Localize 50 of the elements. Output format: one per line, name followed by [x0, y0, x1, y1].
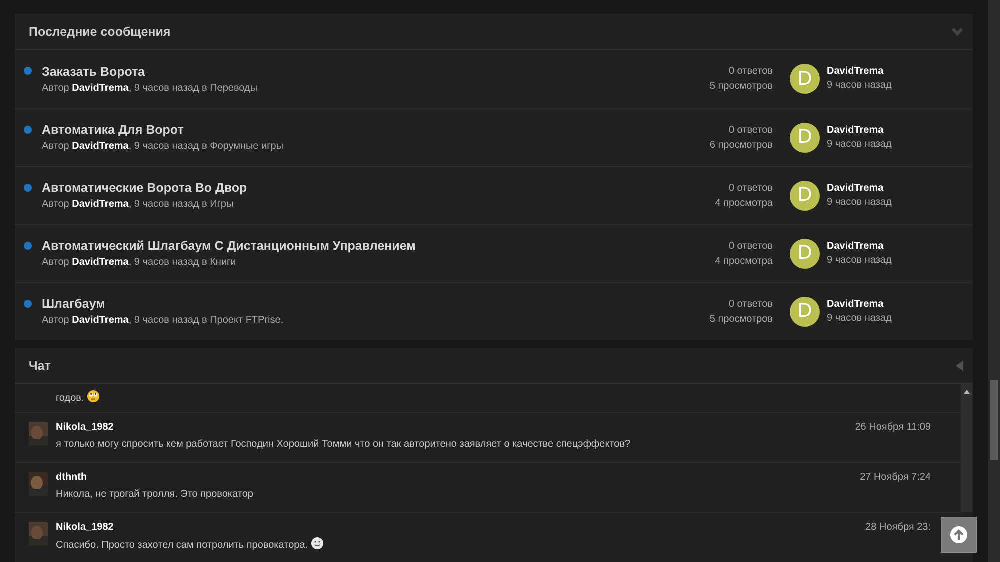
panel-title: Последние сообщения [29, 24, 171, 38]
last-poster[interactable]: DavidTrema [827, 124, 973, 138]
chat-message: я только могу спросить кем работает Господин Хороший Томми что он так авторитено заявляет о качестве спецэффектов? [56, 438, 632, 452]
view-count: 5 просмотров [708, 80, 773, 94]
topic-meta: Автор DavidTrema, 9 часов назад в Проект FTPrise. [42, 315, 285, 326]
chat-username[interactable]: Nikola_1982 [56, 422, 114, 437]
last-post-time: 9 часов назад [827, 196, 892, 208]
collapse-chevron-icon[interactable] [951, 27, 964, 36]
topic-title[interactable]: Автоматические Ворота Во Двор [42, 181, 613, 195]
chat-username[interactable]: Nikola_1982 [56, 522, 114, 537]
chat-message: Никола, не трогай тролля. Это провокатор [56, 488, 254, 502]
reply-count: 0 ответов [728, 65, 773, 79]
last-poster[interactable]: DavidTrema [827, 298, 973, 312]
reply-count: 0 ответов [728, 182, 773, 196]
reply-count: 0 ответов [728, 240, 773, 254]
view-count: 4 просмотра [714, 196, 773, 210]
topic-title[interactable]: Автоматический Шлагбаум С Дистанционным Управлением [42, 239, 613, 253]
last-post-time: 9 часов назад [827, 254, 892, 266]
topic-title[interactable]: Заказать Ворота [42, 64, 613, 78]
last-post-time: 9 часов назад [827, 138, 892, 150]
chat-timestamp: 27 Ноября 7:24 [860, 472, 931, 485]
chat-message: Спасибо. Просто захотел сам потролить провокатора. [56, 537, 931, 553]
reply-count: 0 ответов [728, 124, 773, 138]
reply-count: 0 ответов [728, 298, 773, 312]
topic-title[interactable]: Автоматика Для Ворот [42, 123, 613, 137]
topic-meta: Автор DavidTrema, 9 часов назад в Книги [42, 257, 238, 268]
topic-meta: Автор DavidTrema, 9 часов назад в Переводы [42, 82, 259, 94]
chat-username[interactable]: dthnth [56, 472, 88, 487]
chat-timestamp: 28 Ноября 23: [866, 522, 931, 535]
last-post-time: 9 часов назад [827, 312, 892, 324]
chat-timestamp: 26 Ноября 11:09 [855, 422, 931, 435]
view-count: 5 просмотров [708, 312, 773, 326]
last-poster[interactable]: DavidTrema [827, 182, 973, 196]
chat-message: годов. [56, 390, 951, 406]
chat-scrollbar[interactable] [961, 384, 973, 512]
scroll-up-arrow-icon[interactable] [964, 390, 970, 394]
page-scrollbar[interactable] [990, 380, 998, 460]
last-post-time: 9 часов назад [827, 80, 892, 91]
topic-title[interactable]: Шлагбаум [42, 297, 613, 311]
view-count: 4 просмотра [714, 254, 773, 268]
topic-meta: Автор DavidTrema, 9 часов назад в Форумные игры [42, 141, 285, 152]
panel-title: Чат [29, 358, 51, 372]
scroll-to-top-button[interactable] [941, 517, 977, 553]
topic-meta: Автор DavidTrema, 9 часов назад в Игры [42, 199, 235, 210]
last-poster[interactable]: DavidTrema [827, 240, 973, 254]
last-poster[interactable]: DavidTrema [827, 65, 973, 79]
rolling-eyes-emoji-icon [87, 390, 100, 403]
collapse-arrow-icon[interactable] [956, 360, 964, 370]
smiley-icon [310, 537, 324, 550]
view-count: 6 просмотров [708, 138, 773, 152]
